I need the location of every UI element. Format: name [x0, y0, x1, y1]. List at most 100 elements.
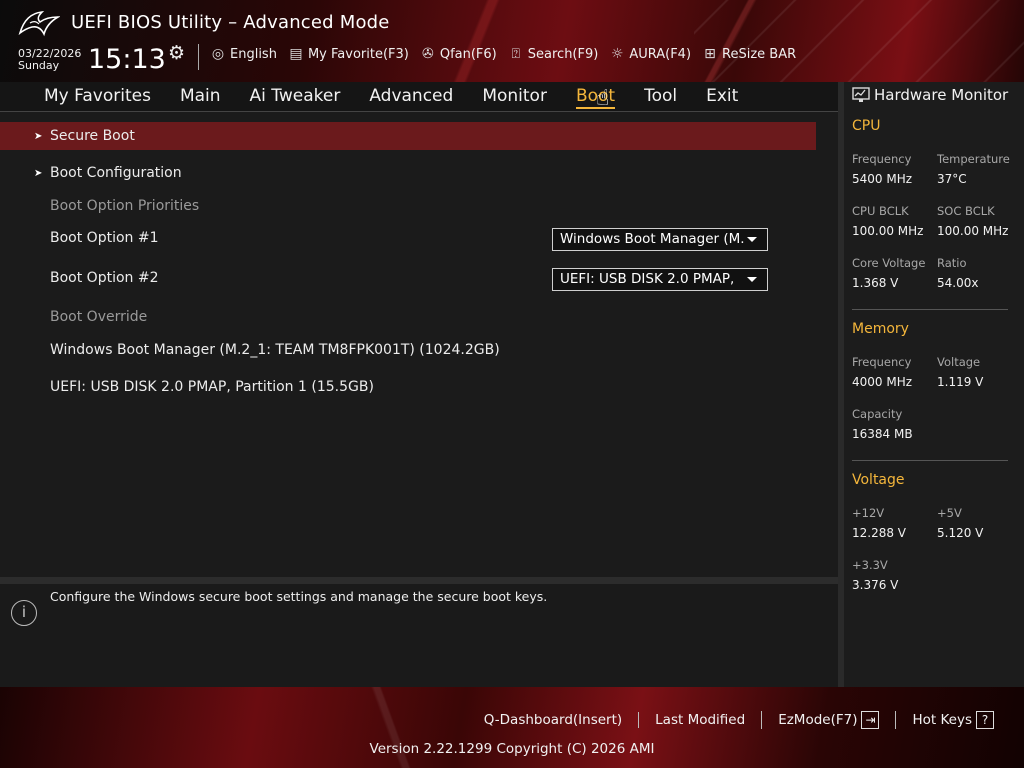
core-voltage-label: Core Voltage [852, 256, 926, 270]
boot-configuration-label: Boot Configuration [50, 165, 182, 181]
last-modified-button[interactable]: Last Modified [638, 712, 761, 728]
boot-option-1-row: Boot Option #1 Windows Boot Manager (M. [0, 224, 816, 252]
chevron-down-icon [747, 277, 757, 282]
memory-voltage-label: Voltage [937, 355, 981, 369]
fan-icon: ✇ [421, 46, 434, 62]
tab-tool[interactable]: Tool [644, 86, 677, 109]
boot-option-2-select[interactable]: UEFI: USB DISK 2.0 PMAP, [552, 268, 768, 291]
tab-ai-tweaker[interactable]: Ai Tweaker [250, 86, 341, 109]
boot-override-item-2[interactable]: UEFI: USB DISK 2.0 PMAP, Partition 1 (15… [0, 373, 816, 401]
tab-main[interactable]: Main [180, 86, 221, 109]
hot-keys-label: Hot Keys [912, 712, 972, 728]
tab-advanced[interactable]: Advanced [369, 86, 453, 109]
submenu-arrow-icon: ➤ [34, 130, 43, 142]
search-label: Search(F9) [527, 46, 599, 62]
soc-bclk-label: SOC BCLK [937, 204, 995, 218]
my-favorite-button[interactable]: ▤ My Favorite(F3) [288, 46, 409, 62]
v12-label: +12V [852, 506, 885, 520]
cpu-frequency-value: 5400 MHz [852, 172, 913, 186]
cpu-temperature-value: 37°C [937, 172, 967, 186]
toolbar-divider [198, 44, 199, 70]
boot-option-2-row: Boot Option #2 UEFI: USB DISK 2.0 PMAP, [0, 264, 816, 292]
resize-bar-button[interactable]: ⊞ ReSize BAR [702, 46, 796, 62]
toolbar: ◎ English ▤ My Favorite(F3) ✇ Qfan(F6) ⍰… [210, 46, 796, 62]
memory-frequency-label: Frequency [852, 355, 912, 369]
exit-arrow-icon: ⇥ [861, 711, 880, 729]
section-divider [852, 460, 1008, 461]
boot-option-1-label: Boot Option #1 [50, 230, 159, 246]
cpu-heading: CPU [852, 118, 881, 134]
hot-keys-button[interactable]: Hot Keys ? [895, 711, 1010, 729]
my-favorite-label: My Favorite(F3) [307, 46, 409, 62]
submenu-arrow-icon: ➤ [34, 167, 43, 179]
memory-frequency-value: 4000 MHz [852, 375, 913, 389]
boot-override-2-label: UEFI: USB DISK 2.0 PMAP, Partition 1 (15… [50, 379, 374, 395]
core-voltage-value: 1.368 V [852, 276, 899, 290]
boot-configuration-item[interactable]: ➤ Boot Configuration [0, 159, 816, 187]
cpu-bclk-value: 100.00 MHz [852, 224, 924, 238]
tab-my-favorites[interactable]: My Favorites [44, 86, 151, 109]
memory-heading: Memory [852, 321, 909, 337]
help-panel: i Configure the Windows secure boot sett… [0, 584, 838, 687]
v5-label: +5V [937, 506, 962, 520]
help-divider [0, 577, 838, 584]
boot-option-1-select[interactable]: Windows Boot Manager (M. [552, 228, 768, 251]
boot-override-item-1[interactable]: Windows Boot Manager (M.2_1: TEAM TM8FPK… [0, 336, 816, 364]
globe-icon: ◎ [211, 46, 225, 62]
favorite-icon: ▤ [289, 46, 303, 62]
aura-label: AURA(F4) [629, 46, 692, 62]
info-icon: i [11, 600, 37, 626]
v33-value: 3.376 V [852, 578, 899, 592]
qfan-button[interactable]: ✇ Qfan(F6) [420, 46, 497, 62]
aura-button[interactable]: ☼ AURA(F4) [609, 46, 691, 62]
boot-option-priorities-label: Boot Option Priorities [50, 198, 200, 214]
boot-override-heading: Boot Override [0, 303, 816, 331]
main-menu-bar: My Favorites Main Ai Tweaker Advanced Mo… [0, 82, 838, 112]
qfan-label: Qfan(F6) [439, 46, 497, 62]
help-question-icon: ? [976, 711, 994, 729]
day: Sunday [18, 59, 60, 72]
secure-boot-label: Secure Boot [50, 128, 135, 144]
boot-option-priorities-heading: Boot Option Priorities [0, 192, 816, 220]
v33-label: +3.3V [852, 558, 888, 572]
cpu-bclk-label: CPU BCLK [852, 204, 909, 218]
cpu-frequency-label: Frequency [852, 152, 912, 166]
memory-capacity-label: Capacity [852, 407, 903, 421]
voltage-heading: Voltage [852, 472, 905, 488]
boot-override-label: Boot Override [50, 309, 148, 325]
hardware-monitor-panel: Hardware Monitor CPU Frequency Temperatu… [844, 82, 1024, 687]
memory-voltage-value: 1.119 V [937, 375, 984, 389]
gear-icon[interactable]: ⚙ [168, 42, 185, 64]
app-title: UEFI BIOS Utility – Advanced Mode [71, 12, 390, 33]
clock: 15:13 [88, 44, 166, 75]
ezmode-label: EzMode(F7) [778, 712, 858, 728]
last-modified-label: Last Modified [655, 712, 746, 728]
q-dashboard-label: Q-Dashboard(Insert) [483, 712, 623, 728]
aura-icon: ☼ [611, 46, 624, 62]
hand-cursor-icon: ☝ [596, 86, 610, 111]
q-dashboard-button[interactable]: Q-Dashboard(Insert) [468, 712, 638, 728]
cpu-temperature-label: Temperature [937, 152, 1010, 166]
language-button[interactable]: ◎ English [210, 46, 277, 62]
tab-monitor[interactable]: Monitor [482, 86, 547, 109]
date-display: 03/22/2026 Sunday [18, 48, 81, 72]
version-text: Version 2.22.1299 Copyright (C) 2026 AMI [369, 741, 655, 757]
ezmode-button[interactable]: EzMode(F7) ⇥ [761, 711, 895, 729]
boot-settings-panel: ➤ Secure Boot ➤ Boot Configuration Boot … [0, 113, 838, 577]
footer-bar: Q-Dashboard(Insert) Last Modified EzMode… [0, 687, 1024, 768]
monitor-icon [852, 87, 870, 102]
boot-option-1-value: Windows Boot Manager (M. [560, 231, 745, 247]
hardware-monitor-title: Hardware Monitor [852, 86, 1008, 104]
boot-option-2-label: Boot Option #2 [50, 270, 159, 286]
ratio-label: Ratio [937, 256, 967, 270]
resize-bar-label: ReSize BAR [722, 46, 797, 62]
v5-value: 5.120 V [937, 526, 984, 540]
tab-exit[interactable]: Exit [706, 86, 738, 109]
language-label: English [230, 46, 277, 62]
ratio-value: 54.00x [937, 276, 979, 290]
secure-boot-item[interactable]: ➤ Secure Boot [0, 122, 816, 150]
boot-option-2-value: UEFI: USB DISK 2.0 PMAP, [560, 271, 735, 287]
search-button[interactable]: ⍰ Search(F9) [508, 46, 599, 62]
chevron-down-icon [747, 237, 757, 242]
hardware-monitor-label: Hardware Monitor [874, 86, 1009, 104]
